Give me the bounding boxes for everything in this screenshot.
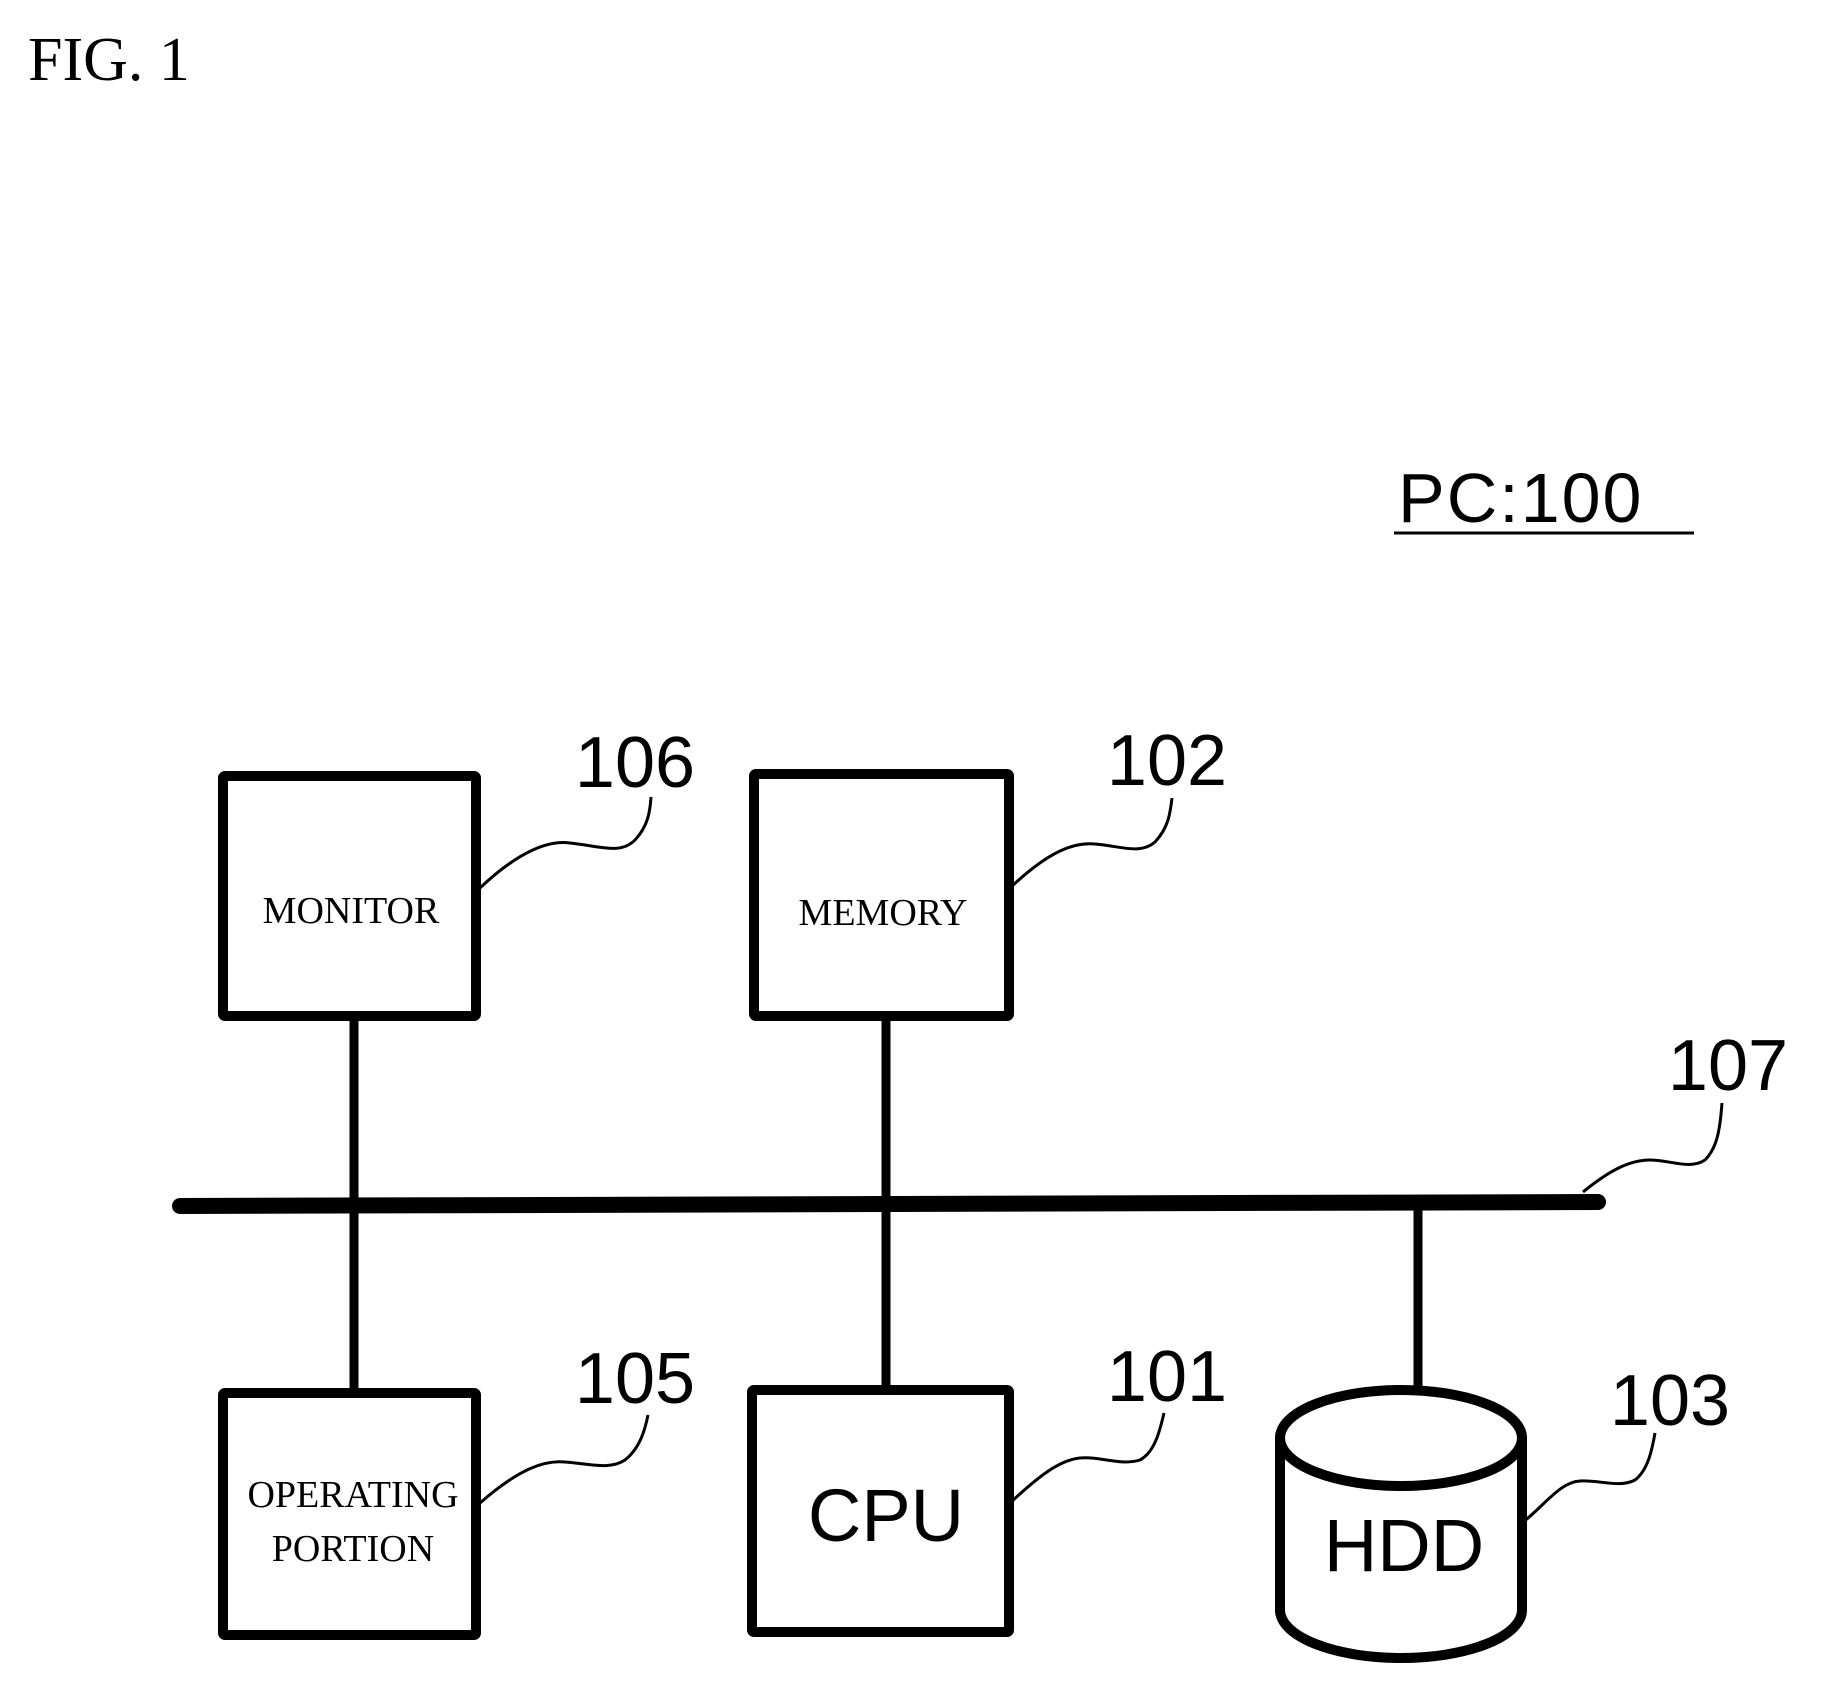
memory-block: MEMORY [749, 769, 1014, 1021]
monitor-leader-line [478, 796, 653, 890]
cpu-label: CPU [808, 1474, 964, 1557]
cpu-leader-line [1008, 1412, 1166, 1505]
memory-leader-line [1008, 797, 1174, 890]
cpu-block: CPU [747, 1385, 1014, 1637]
hdd-ref-numeral: 103 [1610, 1361, 1730, 1441]
hdd-top [1275, 1385, 1527, 1491]
bus-leader-line [1582, 1102, 1724, 1194]
operating-portion-block: OPERATING PORTION [218, 1388, 481, 1640]
system-label: PC:100 [1398, 459, 1643, 537]
operating-portion-ref-numeral: 105 [575, 1339, 695, 1419]
operating-portion-label-line2: PORTION [272, 1528, 434, 1570]
bus-ref-numeral: 107 [1668, 1026, 1788, 1106]
hdd-block: HDD [1275, 1385, 1527, 1663]
monitor-label: MONITOR [263, 890, 440, 932]
operating-portion-leader-line [479, 1414, 650, 1505]
hdd-label: HDD [1324, 1504, 1484, 1587]
figure-title: FIG. 1 [28, 26, 190, 94]
hdd-leader-line [1521, 1432, 1657, 1525]
cpu-ref-numeral: 101 [1107, 1337, 1227, 1417]
memory-ref-numeral: 102 [1107, 721, 1227, 801]
monitor-ref-numeral: 106 [575, 723, 695, 803]
monitor-block: MONITOR [218, 771, 481, 1021]
operating-portion-label-line1: OPERATING [247, 1474, 458, 1516]
memory-label: MEMORY [799, 892, 968, 934]
patent-diagram: FIG. 1 PC:100 MONITOR MEMORY OPERATING P… [28, 26, 1788, 1663]
